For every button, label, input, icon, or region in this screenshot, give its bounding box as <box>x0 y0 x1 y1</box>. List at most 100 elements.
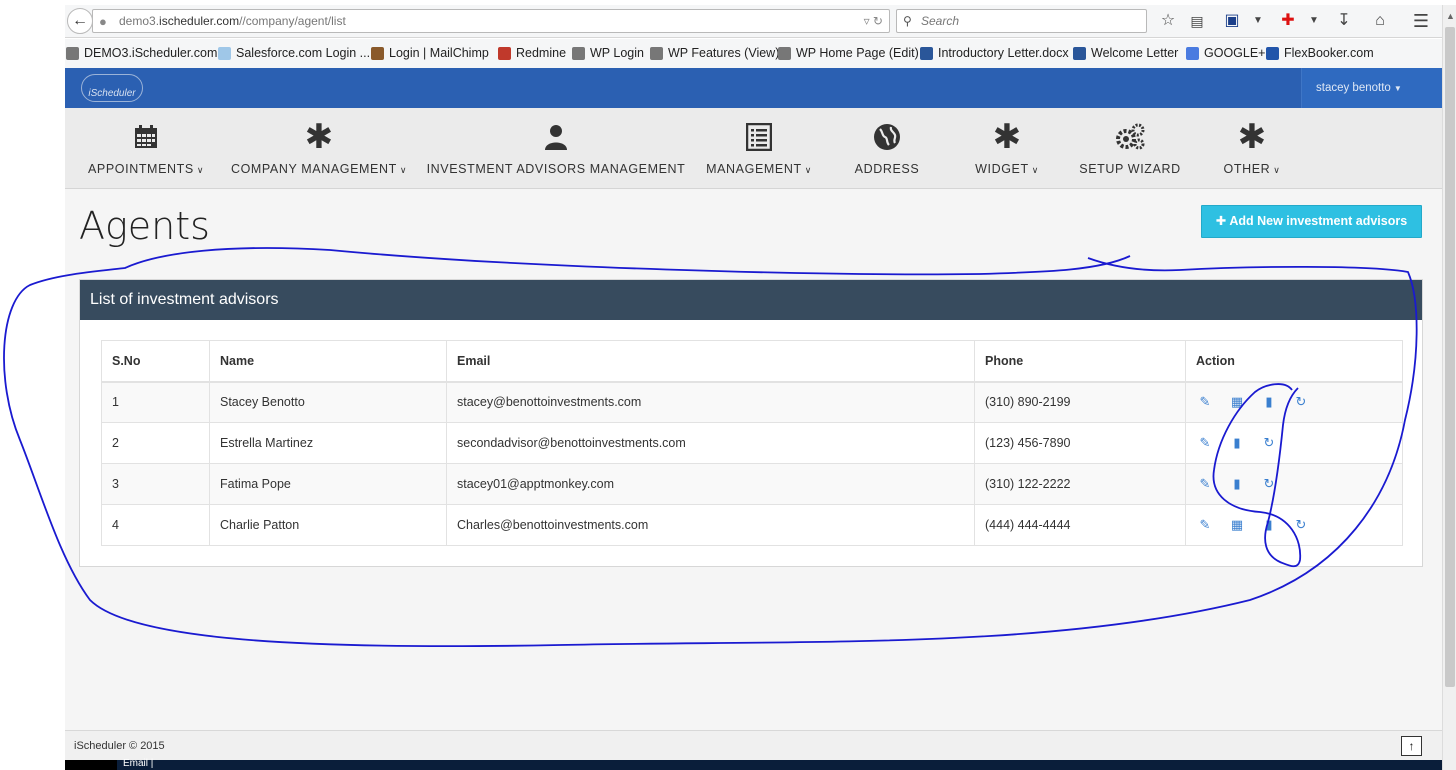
gears-icon <box>1115 122 1145 152</box>
user-menu[interactable]: stacey benotto ▼ <box>1301 68 1442 108</box>
refresh-icon[interactable]: ↻ <box>1260 435 1278 451</box>
trash-icon[interactable]: ▮ <box>1260 394 1278 410</box>
clock-icon <box>778 46 791 60</box>
table-header-row: S.No Name Email Phone Action <box>101 340 1403 383</box>
arrow-up-icon: ↑ <box>1408 739 1415 753</box>
google-icon <box>1186 46 1199 60</box>
reload-icon[interactable]: ▿ ↻ <box>864 10 883 32</box>
url-text: demo3.ischeduler.com//company/agent/list <box>119 14 346 28</box>
table-row: 4 Charlie Patton Charles@benottoinvestment… <box>101 504 1403 546</box>
redmine-icon <box>498 46 511 60</box>
bookmark-9[interactable]: GOOGLE+ <box>1186 46 1265 60</box>
word-icon <box>920 46 933 60</box>
cell-name: Stacey Benotto <box>209 381 447 423</box>
cell-action: ✎ ▮ ↻ <box>1185 422 1403 464</box>
menu-item-widget[interactable]: ✱ WIDGET ∨ <box>967 108 1047 189</box>
bookmark-3[interactable]: Redmine <box>498 46 566 60</box>
header-email[interactable]: Email <box>446 340 975 383</box>
save-icon[interactable]: ▣ <box>1221 10 1243 32</box>
clock-icon <box>66 46 79 60</box>
clock-icon <box>650 46 663 60</box>
bookmark-5[interactable]: WP Features (View) <box>650 46 779 60</box>
download-icon[interactable]: ↧ <box>1333 10 1355 32</box>
main-menu: APPOINTMENTS ∨ ✱ COMPANY MANAGEMENT ∨ INVESTM… <box>65 108 1442 189</box>
menu-item-other[interactable]: ✱ OTHER ∨ <box>1212 108 1292 189</box>
bookmark-2[interactable]: Login | MailChimp <box>371 46 489 60</box>
fb-icon <box>1266 46 1279 60</box>
ischeduler-logo[interactable]: iScheduler <box>81 74 143 102</box>
bookmark-1[interactable]: Salesforce.com Login ... <box>218 46 370 60</box>
refresh-icon[interactable]: ↻ <box>1292 517 1310 533</box>
refresh-icon[interactable]: ↻ <box>1292 394 1310 410</box>
bookmark-0[interactable]: DEMO3.iScheduler.com <box>66 46 217 60</box>
scroll-up-icon[interactable]: ▲ <box>1446 11 1455 21</box>
page-scrollbar[interactable]: ▲ <box>1442 5 1456 770</box>
chevron-down-icon: ∨ <box>196 165 204 175</box>
calendar-icon[interactable]: ▦ <box>1228 517 1246 533</box>
calendar-icon[interactable]: ▦ <box>1228 394 1246 410</box>
header-sno[interactable]: S.No <box>101 340 210 383</box>
cell-name: Fatima Pope <box>209 463 447 505</box>
header-phone[interactable]: Phone <box>974 340 1186 383</box>
menu-label: MANAGEMENT <box>706 162 802 176</box>
bookmark-6[interactable]: WP Home Page (Edit) <box>778 46 919 60</box>
add-advisor-button[interactable]: ✚ Add New investment advisors <box>1201 205 1422 238</box>
search-input[interactable]: ⚲ Search <box>896 9 1147 33</box>
search-icon: ⚲ <box>903 14 912 28</box>
bookmark-7[interactable]: Introductory Letter.docx <box>920 46 1069 60</box>
table-row: 1 Stacey Benotto stacey@benottoinvestments… <box>101 381 1403 423</box>
hamburger-menu-icon[interactable]: ☰ <box>1410 10 1432 32</box>
refresh-icon[interactable]: ↻ <box>1260 476 1278 492</box>
cell-email: stacey01@apptmonkey.com <box>446 463 975 505</box>
browser-toolbar: ← ● demo3.ischeduler.com//company/agent/… <box>65 5 1442 38</box>
bookmark-star-icon[interactable]: ☆ <box>1157 10 1179 32</box>
trash-icon[interactable]: ▮ <box>1228 476 1246 492</box>
trash-icon[interactable]: ▮ <box>1228 435 1246 451</box>
menu-item-appointments[interactable]: APPOINTMENTS ∨ <box>81 108 211 189</box>
bookmark-8[interactable]: Welcome Letter <box>1073 46 1178 60</box>
table-row: 2 Estrella Martinez secondadvisor@benottoi… <box>101 422 1403 464</box>
edit-icon[interactable]: ✎ <box>1196 476 1214 492</box>
edit-icon[interactable]: ✎ <box>1196 435 1214 451</box>
table-row: 3 Fatima Pope stacey01@apptmonkey.com (310)… <box>101 463 1403 505</box>
taskbar-item[interactable]: Email | <box>123 758 153 769</box>
menu-item-investment-advisors-management[interactable]: INVESTMENT ADVISORS MANAGEMENT <box>426 108 686 189</box>
edit-icon[interactable]: ✎ <box>1196 517 1214 533</box>
bookmarks-bar: DEMO3.iScheduler.com Salesforce.com Login… <box>65 39 1442 68</box>
menu-label: COMPANY MANAGEMENT <box>230 162 397 176</box>
bookmark-10[interactable]: FlexBooker.com <box>1266 46 1374 60</box>
trash-icon[interactable]: ▮ <box>1260 517 1278 533</box>
addon-cross-icon[interactable]: ✚ <box>1277 10 1299 32</box>
back-arrow-icon[interactable]: ← <box>67 8 93 34</box>
cell-phone: (310) 890-2199 <box>974 381 1186 423</box>
bookmark-4[interactable]: WP Login <box>572 46 644 60</box>
cell-email: stacey@benottoinvestments.com <box>446 381 975 423</box>
home-icon[interactable]: ⌂ <box>1369 10 1391 32</box>
menu-label: ADDRESS <box>854 162 920 176</box>
menu-item-setup-wizard[interactable]: SETUP WIZARD <box>1075 108 1185 189</box>
edit-icon[interactable]: ✎ <box>1196 394 1214 410</box>
advisors-table: S.No Name Email Phone Action 1 Stacey Ben… <box>101 340 1403 546</box>
save-dropdown-icon[interactable]: ▼ <box>1247 10 1269 32</box>
cell-phone: (444) 444-4444 <box>974 504 1186 546</box>
footer: iScheduler © 2015 ↑ <box>65 730 1442 760</box>
header-name[interactable]: Name <box>209 340 447 383</box>
menu-item-management[interactable]: MANAGEMENT ∨ <box>699 108 819 189</box>
menu-item-company-management[interactable]: ✱ COMPANY MANAGEMENT ∨ <box>229 108 409 189</box>
back-to-top-button[interactable]: ↑ <box>1401 736 1422 756</box>
cell-phone: (123) 456-7890 <box>974 422 1186 464</box>
copyright-text: iScheduler © 2015 <box>74 740 165 752</box>
menu-item-address[interactable]: ADDRESS <box>847 108 927 189</box>
taskbar-start[interactable] <box>65 760 117 770</box>
chevron-down-icon: ∨ <box>1031 165 1039 175</box>
caret-down-icon: ▼ <box>1393 84 1402 93</box>
user-name: stacey benotto <box>1316 82 1391 94</box>
addon-dropdown-icon[interactable]: ▼ <box>1303 10 1325 32</box>
reader-list-icon[interactable]: ▤ <box>1186 10 1208 32</box>
cell-phone: (310) 122-2222 <box>974 463 1186 505</box>
menu-label: INVESTMENT ADVISORS MANAGEMENT <box>426 162 686 176</box>
url-bar[interactable]: ● demo3.ischeduler.com//company/agent/li… <box>92 9 890 33</box>
menu-label: SETUP WIZARD <box>1079 162 1181 176</box>
page-title: Agents <box>79 204 210 248</box>
scrollbar-thumb[interactable] <box>1445 27 1455 687</box>
